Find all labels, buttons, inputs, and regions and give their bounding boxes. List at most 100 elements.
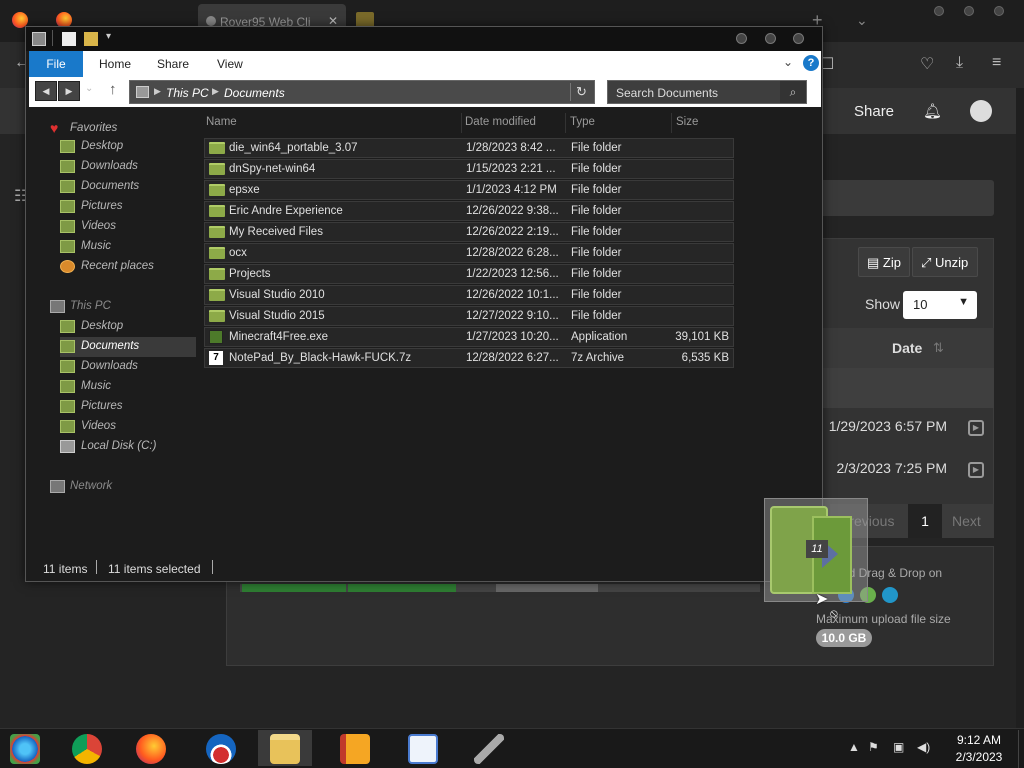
file-row[interactable]: Visual Studio 2015 12/27/2022 9:10... File… — [204, 306, 734, 326]
taskbar-chrome[interactable] — [60, 730, 114, 766]
help-icon[interactable]: ? — [803, 55, 819, 71]
file-row[interactable]: die_win64_portable_3.07 1/28/2023 8:42 ..… — [204, 138, 734, 158]
breadcrumb-documents[interactable]: Documents — [224, 86, 285, 100]
breadcrumb-arrow-icon[interactable]: ▶ — [154, 86, 161, 97]
properties-icon[interactable] — [62, 32, 76, 46]
preview-icon[interactable]: ▶ — [968, 420, 984, 436]
show-desktop-button[interactable] — [1018, 730, 1024, 768]
menu-icon[interactable]: ≡ — [992, 54, 1001, 72]
nav-item-desktop[interactable]: Desktop — [60, 137, 196, 157]
window-menu-icon[interactable] — [32, 32, 46, 46]
tab-home[interactable]: Home — [99, 57, 131, 71]
explorer-maximize-button[interactable] — [765, 33, 776, 44]
column-header-date[interactable]: Date modified — [465, 113, 566, 133]
tab-view[interactable]: View — [217, 57, 243, 71]
file-row[interactable]: epsxe 1/1/2023 4:12 PM File folder — [204, 180, 734, 200]
nav-item-local-disk[interactable]: Local Disk (C:) — [60, 437, 196, 457]
taskbar-obama[interactable] — [194, 730, 248, 766]
taskbar-firefox[interactable] — [124, 730, 178, 766]
breadcrumb-this-pc[interactable]: This PC — [166, 86, 209, 100]
taskbar-file-explorer[interactable] — [258, 730, 312, 766]
unzip-button[interactable]: ⤢ Unzip — [912, 247, 978, 277]
nav-this-pc[interactable]: This PC — [50, 297, 196, 317]
file-name: Eric Andre Experience — [229, 205, 343, 217]
nav-item-documents[interactable]: Documents — [60, 177, 196, 197]
date-column-header[interactable]: Date — [892, 340, 922, 356]
taskbar-wordpad[interactable] — [396, 730, 450, 766]
file-row[interactable]: My Received Files 12/26/2022 2:19... File … — [204, 222, 734, 242]
pictures-folder-icon — [60, 400, 75, 413]
nav-item-pc-documents[interactable]: Documents — [60, 337, 196, 357]
customize-quick-access-chevron-icon[interactable]: ▾ — [106, 31, 111, 42]
nav-item-music[interactable]: Music — [60, 237, 196, 257]
bell-icon[interactable]: 🔔︎ — [923, 102, 942, 120]
explorer-minimize-button[interactable] — [736, 33, 747, 44]
clock-time[interactable]: 9:12 AM — [948, 733, 1010, 747]
file-row[interactable]: Minecraft4Free.exe 1/27/2023 10:20... Appl… — [204, 327, 734, 347]
search-input[interactable]: Search Documents ⌕ — [607, 80, 807, 104]
nav-item-pictures[interactable]: Pictures — [60, 197, 196, 217]
file-row[interactable]: dnSpy-net-win64 1/15/2023 2:21 ... File fo… — [204, 159, 734, 179]
taskbar-jet[interactable] — [462, 730, 516, 766]
minimize-button[interactable] — [934, 6, 944, 16]
taskbar-book[interactable] — [328, 730, 382, 766]
zip-button[interactable]: ▤ Zip — [858, 247, 910, 277]
sort-icon[interactable]: ⇅ — [933, 340, 944, 356]
safari-icon — [882, 587, 898, 603]
file-row[interactable]: 7 NotePad_By_Black-Hawk-FUCK.7z 12/28/2022… — [204, 348, 734, 368]
nav-item-videos[interactable]: Videos — [60, 217, 196, 237]
page-scrollbar[interactable] — [1016, 88, 1024, 728]
nav-item-pc-pictures[interactable]: Pictures — [60, 397, 196, 417]
file-row[interactable]: Visual Studio 2010 12/26/2022 10:1... File… — [204, 285, 734, 305]
explorer-title-bar[interactable]: ▾ — [26, 27, 822, 51]
avatar[interactable] — [970, 100, 992, 122]
maximize-button[interactable] — [964, 6, 974, 16]
search-icon[interactable]: ⌕ — [780, 81, 806, 103]
tab-share[interactable]: Share — [157, 57, 189, 71]
nav-item-pc-desktop[interactable]: Desktop — [60, 317, 196, 337]
nav-network[interactable]: Network — [50, 477, 196, 497]
downloads-icon[interactable]: ⤓ — [956, 54, 963, 72]
file-row[interactable]: Eric Andre Experience 12/26/2022 9:38... F… — [204, 201, 734, 221]
nav-favorites[interactable]: ♥ Favorites — [50, 119, 196, 139]
tray-overflow-chevron-icon[interactable]: ▲ — [848, 740, 860, 754]
column-header-size[interactable]: Size — [676, 113, 734, 133]
tab-list-chevron-icon[interactable]: ⌄ — [856, 12, 868, 29]
nav-item-pc-music[interactable]: Music — [60, 377, 196, 397]
new-folder-icon[interactable] — [84, 32, 98, 46]
pager-next-button[interactable]: Next — [942, 504, 994, 538]
forward-button[interactable]: ▶ — [58, 81, 80, 101]
close-button[interactable] — [994, 6, 1004, 16]
address-box[interactable]: ▶ This PC ▶ Documents ↻ — [129, 80, 595, 104]
desktop-icon — [60, 320, 75, 333]
file-row[interactable]: Projects 1/22/2023 12:56... File folder — [204, 264, 734, 284]
nav-item-downloads[interactable]: Downloads — [60, 157, 196, 177]
preview-icon[interactable]: ▶ — [968, 462, 984, 478]
back-button[interactable]: ◀ — [35, 81, 57, 101]
column-header-name[interactable]: Name — [206, 113, 462, 133]
nav-item-recent-places[interactable]: Recent places — [60, 257, 196, 277]
action-center-flag-icon[interactable]: ⚑ — [868, 740, 879, 754]
expand-ribbon-chevron-icon[interactable]: ⌄ — [783, 55, 793, 69]
network-status-icon[interactable]: ▣ — [893, 740, 904, 754]
pocket-icon[interactable]: ♡ — [920, 54, 934, 74]
up-arrow-icon[interactable]: ↑ — [109, 81, 117, 98]
nav-item-label: Videos — [81, 420, 116, 432]
breadcrumb-arrow-icon[interactable]: ▶ — [212, 86, 219, 97]
explorer-close-button[interactable] — [793, 33, 804, 44]
nav-item-pc-downloads[interactable]: Downloads — [60, 357, 196, 377]
page-search-bar[interactable] — [820, 180, 994, 216]
show-count-select[interactable]: 10 ▼ — [903, 291, 977, 319]
refresh-icon[interactable]: ↻ — [570, 83, 592, 101]
pager-current-page[interactable]: 1 — [908, 504, 942, 538]
column-header-type[interactable]: Type — [570, 113, 672, 133]
tab-file[interactable]: File — [29, 51, 83, 77]
start-button[interactable] — [0, 730, 54, 766]
file-row[interactable]: ocx 12/28/2022 6:28... File folder — [204, 243, 734, 263]
obama-icon — [206, 734, 236, 764]
recent-locations-chevron-icon[interactable]: ⌄ — [85, 83, 93, 94]
share-link[interactable]: Share — [854, 103, 894, 120]
clock-date[interactable]: 2/3/2023 — [948, 750, 1010, 764]
volume-icon[interactable]: ◀) — [917, 740, 930, 754]
nav-item-pc-videos[interactable]: Videos — [60, 417, 196, 437]
